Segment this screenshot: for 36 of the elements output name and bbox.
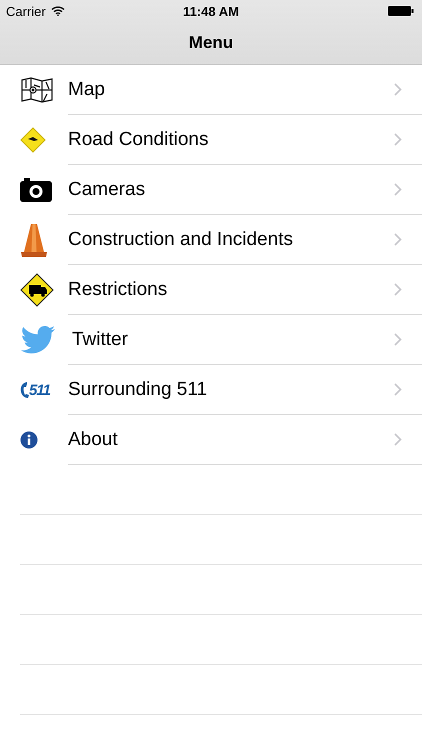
menu-label: About [68, 428, 118, 450]
wifi-icon [50, 6, 65, 16]
nav-title: Menu [188, 33, 234, 53]
truck-sign-icon [20, 273, 54, 307]
chevron-icon [394, 183, 402, 196]
menu-item[interactable]: About [0, 415, 422, 465]
chevron-icon [394, 383, 402, 396]
menu-item[interactable]: Map [0, 65, 422, 115]
menu-item[interactable]: Restrictions [0, 265, 422, 315]
traffic-cone-icon [20, 223, 48, 257]
warning-sign-icon [20, 127, 46, 153]
chevron-icon [394, 83, 402, 96]
chevron-icon [394, 233, 402, 246]
menu-item[interactable]: Cameras [0, 165, 422, 215]
chevron-icon [394, 133, 402, 146]
info-icon [20, 431, 38, 449]
menu-label: Map [68, 78, 105, 100]
camera-icon [20, 178, 52, 202]
menu-label: Twitter [72, 328, 128, 350]
menu-label: Construction and Incidents [68, 228, 293, 250]
menu-item[interactable]: Construction and Incidents [0, 215, 422, 265]
menu-item[interactable]: 511 Surrounding 511 [0, 365, 422, 415]
map-icon [20, 76, 54, 104]
menu-item[interactable]: Twitter [0, 315, 422, 365]
menu-label: Cameras [68, 178, 146, 200]
chevron-icon [394, 283, 402, 296]
menu-label: Road Conditions [68, 128, 208, 150]
carrier-name: Carrier [6, 4, 46, 18]
menu-item[interactable]: Road Conditions [0, 115, 422, 165]
menu-label: Surrounding 511 [68, 378, 208, 400]
menu-label: Restrictions [68, 278, 168, 300]
bird-icon [20, 325, 56, 355]
chevron-icon [394, 333, 402, 346]
battery-icon [388, 6, 414, 16]
chevron-icon [394, 433, 402, 446]
status-time: 11:48 AM [183, 4, 239, 18]
